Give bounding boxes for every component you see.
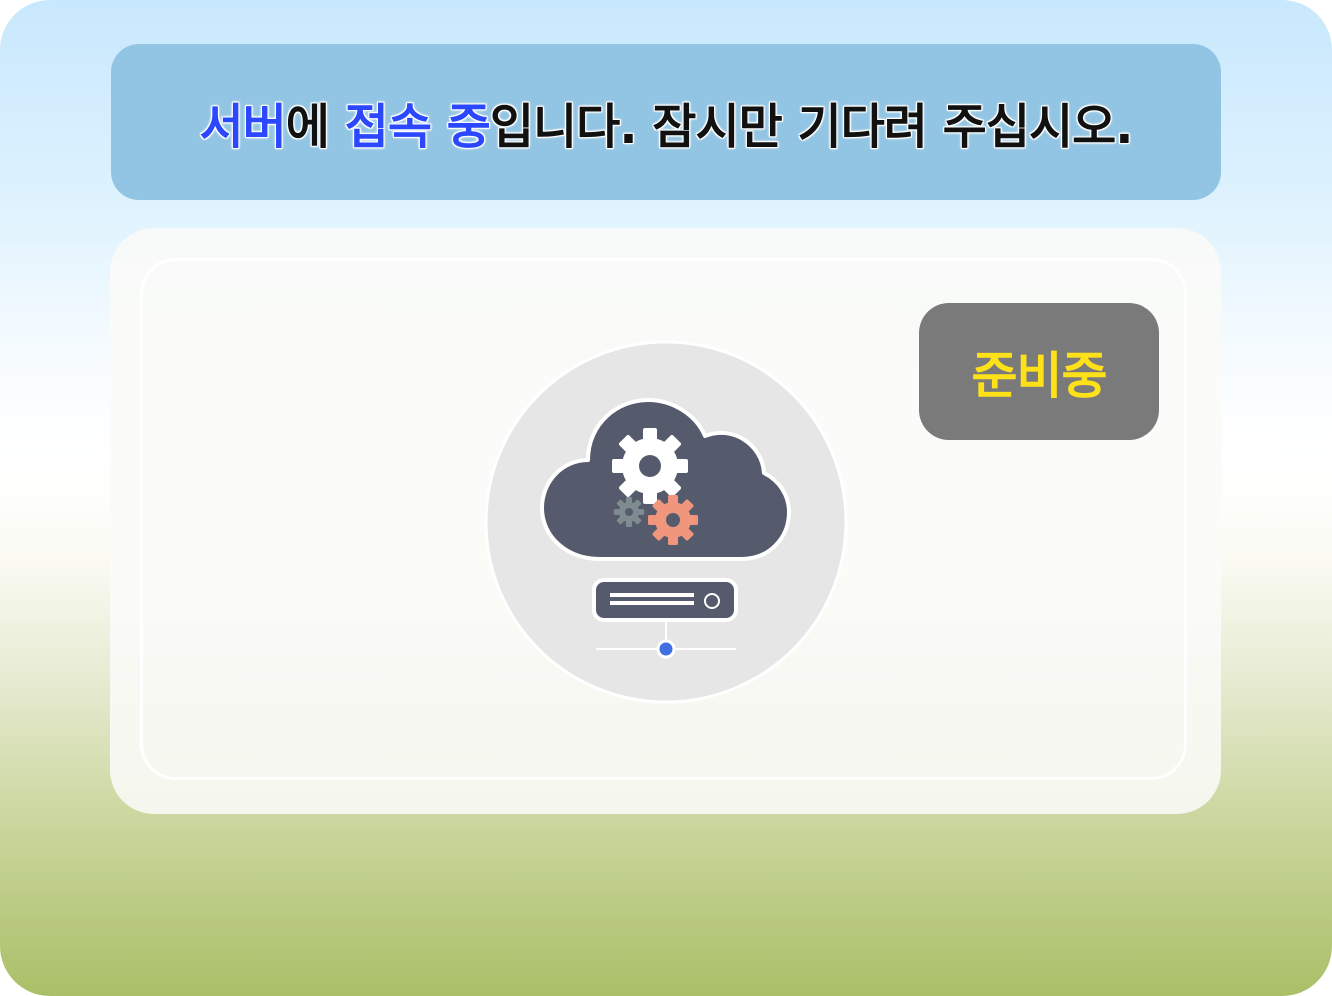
server-icon	[592, 578, 738, 622]
network-node-dot	[656, 639, 676, 659]
screen-background: 서버에 접속 중입니다. 잠시만 기다려 주십시오. 준비중	[0, 0, 1332, 996]
message-connecting-word: 접속 중	[344, 99, 491, 155]
cloud-server-illustration	[484, 340, 848, 704]
message-wait-text: 입니다. 잠시만 기다려 주십시오.	[489, 99, 1134, 155]
message-banner: 서버에 접속 중입니다. 잠시만 기다려 주십시오.	[111, 44, 1221, 200]
gear-icon-small	[614, 497, 644, 527]
message-server-word: 서버	[199, 99, 286, 155]
connecting-message: 서버에 접속 중입니다. 잠시만 기다려 주십시오.	[199, 87, 1134, 157]
gear-icon-large	[612, 428, 688, 504]
cloud-server-settings-icon	[484, 340, 848, 704]
status-badge: 준비중	[919, 303, 1159, 440]
message-particle: 에	[285, 99, 345, 155]
status-label: 준비중	[971, 346, 1108, 405]
gear-icon-orange	[648, 495, 698, 545]
